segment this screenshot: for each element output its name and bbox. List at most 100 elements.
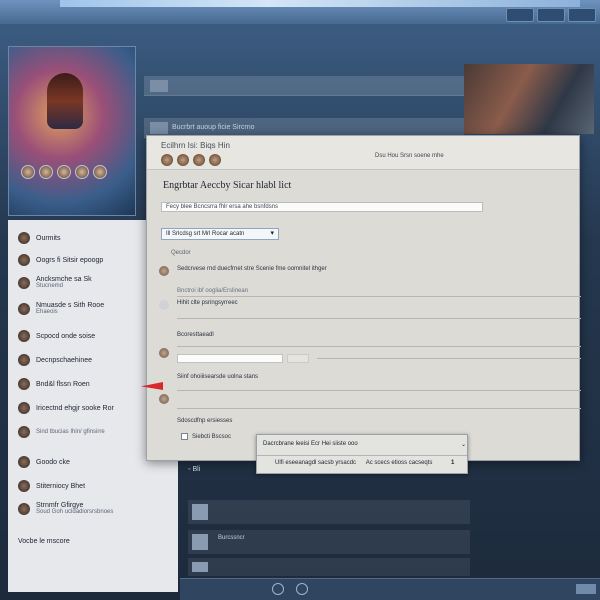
sidebar-item[interactable]: Sind tbucias Ihin/ gfinsirre [18,426,105,438]
option-title: Sedcrvese rnd duecfrnet stre Scenie fme … [177,266,327,272]
sidebar-item[interactable]: Ourmits [18,232,61,244]
info-icon [159,300,169,310]
subscribe-checkbox[interactable]: Siebcti Bscsoc [181,433,231,440]
avatar[interactable] [161,154,173,166]
top-action-3-button[interactable] [568,8,596,22]
nav-circle-icon[interactable] [296,583,308,595]
option-title: Bcoresttaeadl [177,332,214,338]
avatar [18,426,30,438]
avatar[interactable] [209,154,221,166]
sidebar-item-label: Ourmits [36,234,61,242]
dialog-title: Ecilhrn Isi: Biqs Hin [161,141,230,150]
sidebar-item[interactable]: Iricectnd ehgjr sooke Ror [18,402,114,414]
bottom-action-button[interactable] [576,584,596,594]
sidebar-item[interactable]: Nmuasde s Sith Rooe Ehaeois [18,302,104,315]
divider [177,296,581,297]
sidebar-item[interactable]: Decnpschaehinee [18,354,92,366]
detail-input[interactable] [177,354,283,363]
edit-dialog: Ecilhrn Isi: Biqs Hin Dsu Hou Srsn soene… [146,135,581,461]
sidebar-item[interactable]: Strnmfr Gfirgye Soud Goh ucldadiorsrsbnoe… [18,502,113,515]
option-title: Hihit clte psringsyrreec [177,300,238,306]
divider [177,408,581,409]
dialog-avatar-tabs [161,154,221,166]
avatar[interactable] [57,165,71,179]
checkbox-box[interactable] [181,433,188,440]
option-title: Sdoscdfnp ersiesses [177,418,233,424]
preview-thumbnail-image[interactable] [464,64,594,134]
avatar[interactable] [75,165,89,179]
feed-heading-label: Bli [192,466,201,473]
divider [177,346,581,347]
item-thumbnail-icon [192,534,208,550]
sidebar-item-label: Decnpschaehinee [36,356,93,364]
sidebar-item[interactable]: Stiterniocy Bhet [18,480,85,492]
title-strip [60,0,580,7]
sidebar-item-label: Stiterniocy Bhet [36,482,86,490]
list-item[interactable]: Burcssncr [188,530,470,554]
avatar [18,276,30,289]
divider [257,455,467,456]
option-title: Siinf ohoiiisearsde uolna stans [177,374,259,380]
section-label: Qecdor [171,250,191,256]
dropdown-option-count: 1 [451,460,455,466]
avatar [18,302,30,315]
sidebar-item[interactable]: Oogrs fi Sitsir epoogp [18,254,103,266]
sidebar-item[interactable]: Scpocd onde soise [18,330,95,342]
sidebar-item-sub: Stucnemd [36,283,64,289]
avatar[interactable] [93,165,107,179]
list-item[interactable] [144,76,464,96]
avatar [18,456,30,468]
top-action-1-button[interactable] [506,8,534,22]
avatar [18,232,30,244]
sidebar-item[interactable]: Bnd&l flssn Roen [18,378,90,390]
list-item[interactable] [188,500,470,524]
user-icon [159,348,169,358]
sidebar-item-sub: Soud Goh ucldadiorsrsbnoes [36,509,114,515]
item-thumbnail-icon [150,122,168,134]
sidebar-item-label: Iricectnd ehgjr sooke Ror [36,404,114,412]
list-item[interactable] [188,558,470,576]
avatar [18,378,30,390]
sidebar-item-label: Nmuasde s Sith Rooe [36,302,105,309]
category-select-value: Ill Srlcdsg srt Mrl Rocar acatn [166,231,245,237]
category-select[interactable]: Ill Srlcdsg srt Mrl Rocar acatn ▾ [161,228,279,240]
divider [317,358,581,359]
dropdown-option[interactable]: Ulfi eseeanagdl sacsb yrsacdc Ac scecs e… [275,460,454,466]
sidebar-item[interactable]: Vocbe le mscore [18,538,70,545]
nav-circle-icon[interactable] [272,583,284,595]
avatar[interactable] [21,165,35,179]
sidebar-item[interactable]: Goodo cke [18,456,70,468]
dialog-heading: Engrbtar Aeccby Sicar hlabl lict [163,180,292,191]
dropdown-option[interactable]: Dacrcbrane leeisi Ecr Hei siiste ooo ⌄ [263,441,466,448]
dropdown-popup: Dacrcbrane leeisi Ecr Hei siiste ooo ⌄ U… [256,434,468,474]
top-bar [0,0,600,24]
user-icon [159,394,169,404]
avatar [18,502,30,515]
bottom-toolbar [180,578,600,600]
sidebar-item-label: Oogrs fi Sitsir epoogp [36,256,104,264]
list-item-label: Bucrbrt auoup ficie Sircrno [172,124,255,131]
sidebar-item[interactable]: Ancksmche sa Sk Stucnemd [18,276,92,289]
dropdown-option-label: Ulfi eseeanagdl sacsb yrsacdc [275,460,357,466]
dialog-header-info: Dsu Hou Srsn soene mhe [375,153,575,159]
sidebar-item-label: Strnmfr Gfirgye [36,502,84,509]
top-action-2-button[interactable] [537,8,565,22]
hero-banner-image [8,46,136,216]
sidebar-item-sub: Ehaeois [36,309,58,315]
item-thumbnail-icon [192,504,208,520]
avatar [18,254,30,266]
avatar[interactable] [39,165,53,179]
detail-input-addon[interactable] [287,354,309,363]
user-icon [159,266,169,276]
header-info-line-1: Dsu Hou Srsn soene mhe [375,153,444,159]
checkbox-label: Siebcti Bscsoc [192,433,232,440]
avatar[interactable] [177,154,189,166]
divider [177,318,581,319]
chevron-down-icon: ▾ [270,230,274,237]
sidebar-item-label: Ancksmche sa Sk [36,276,92,283]
avatar[interactable] [193,154,205,166]
avatar [18,480,30,492]
name-input[interactable]: Fecy blee Bcncsrra fhlr ersa ahe bsnfdsn… [161,202,483,212]
dropdown-option-detail: Ac scecs etioss cacseqts [365,460,433,466]
sidebar-item-label: Scpocd onde soise [36,332,96,340]
